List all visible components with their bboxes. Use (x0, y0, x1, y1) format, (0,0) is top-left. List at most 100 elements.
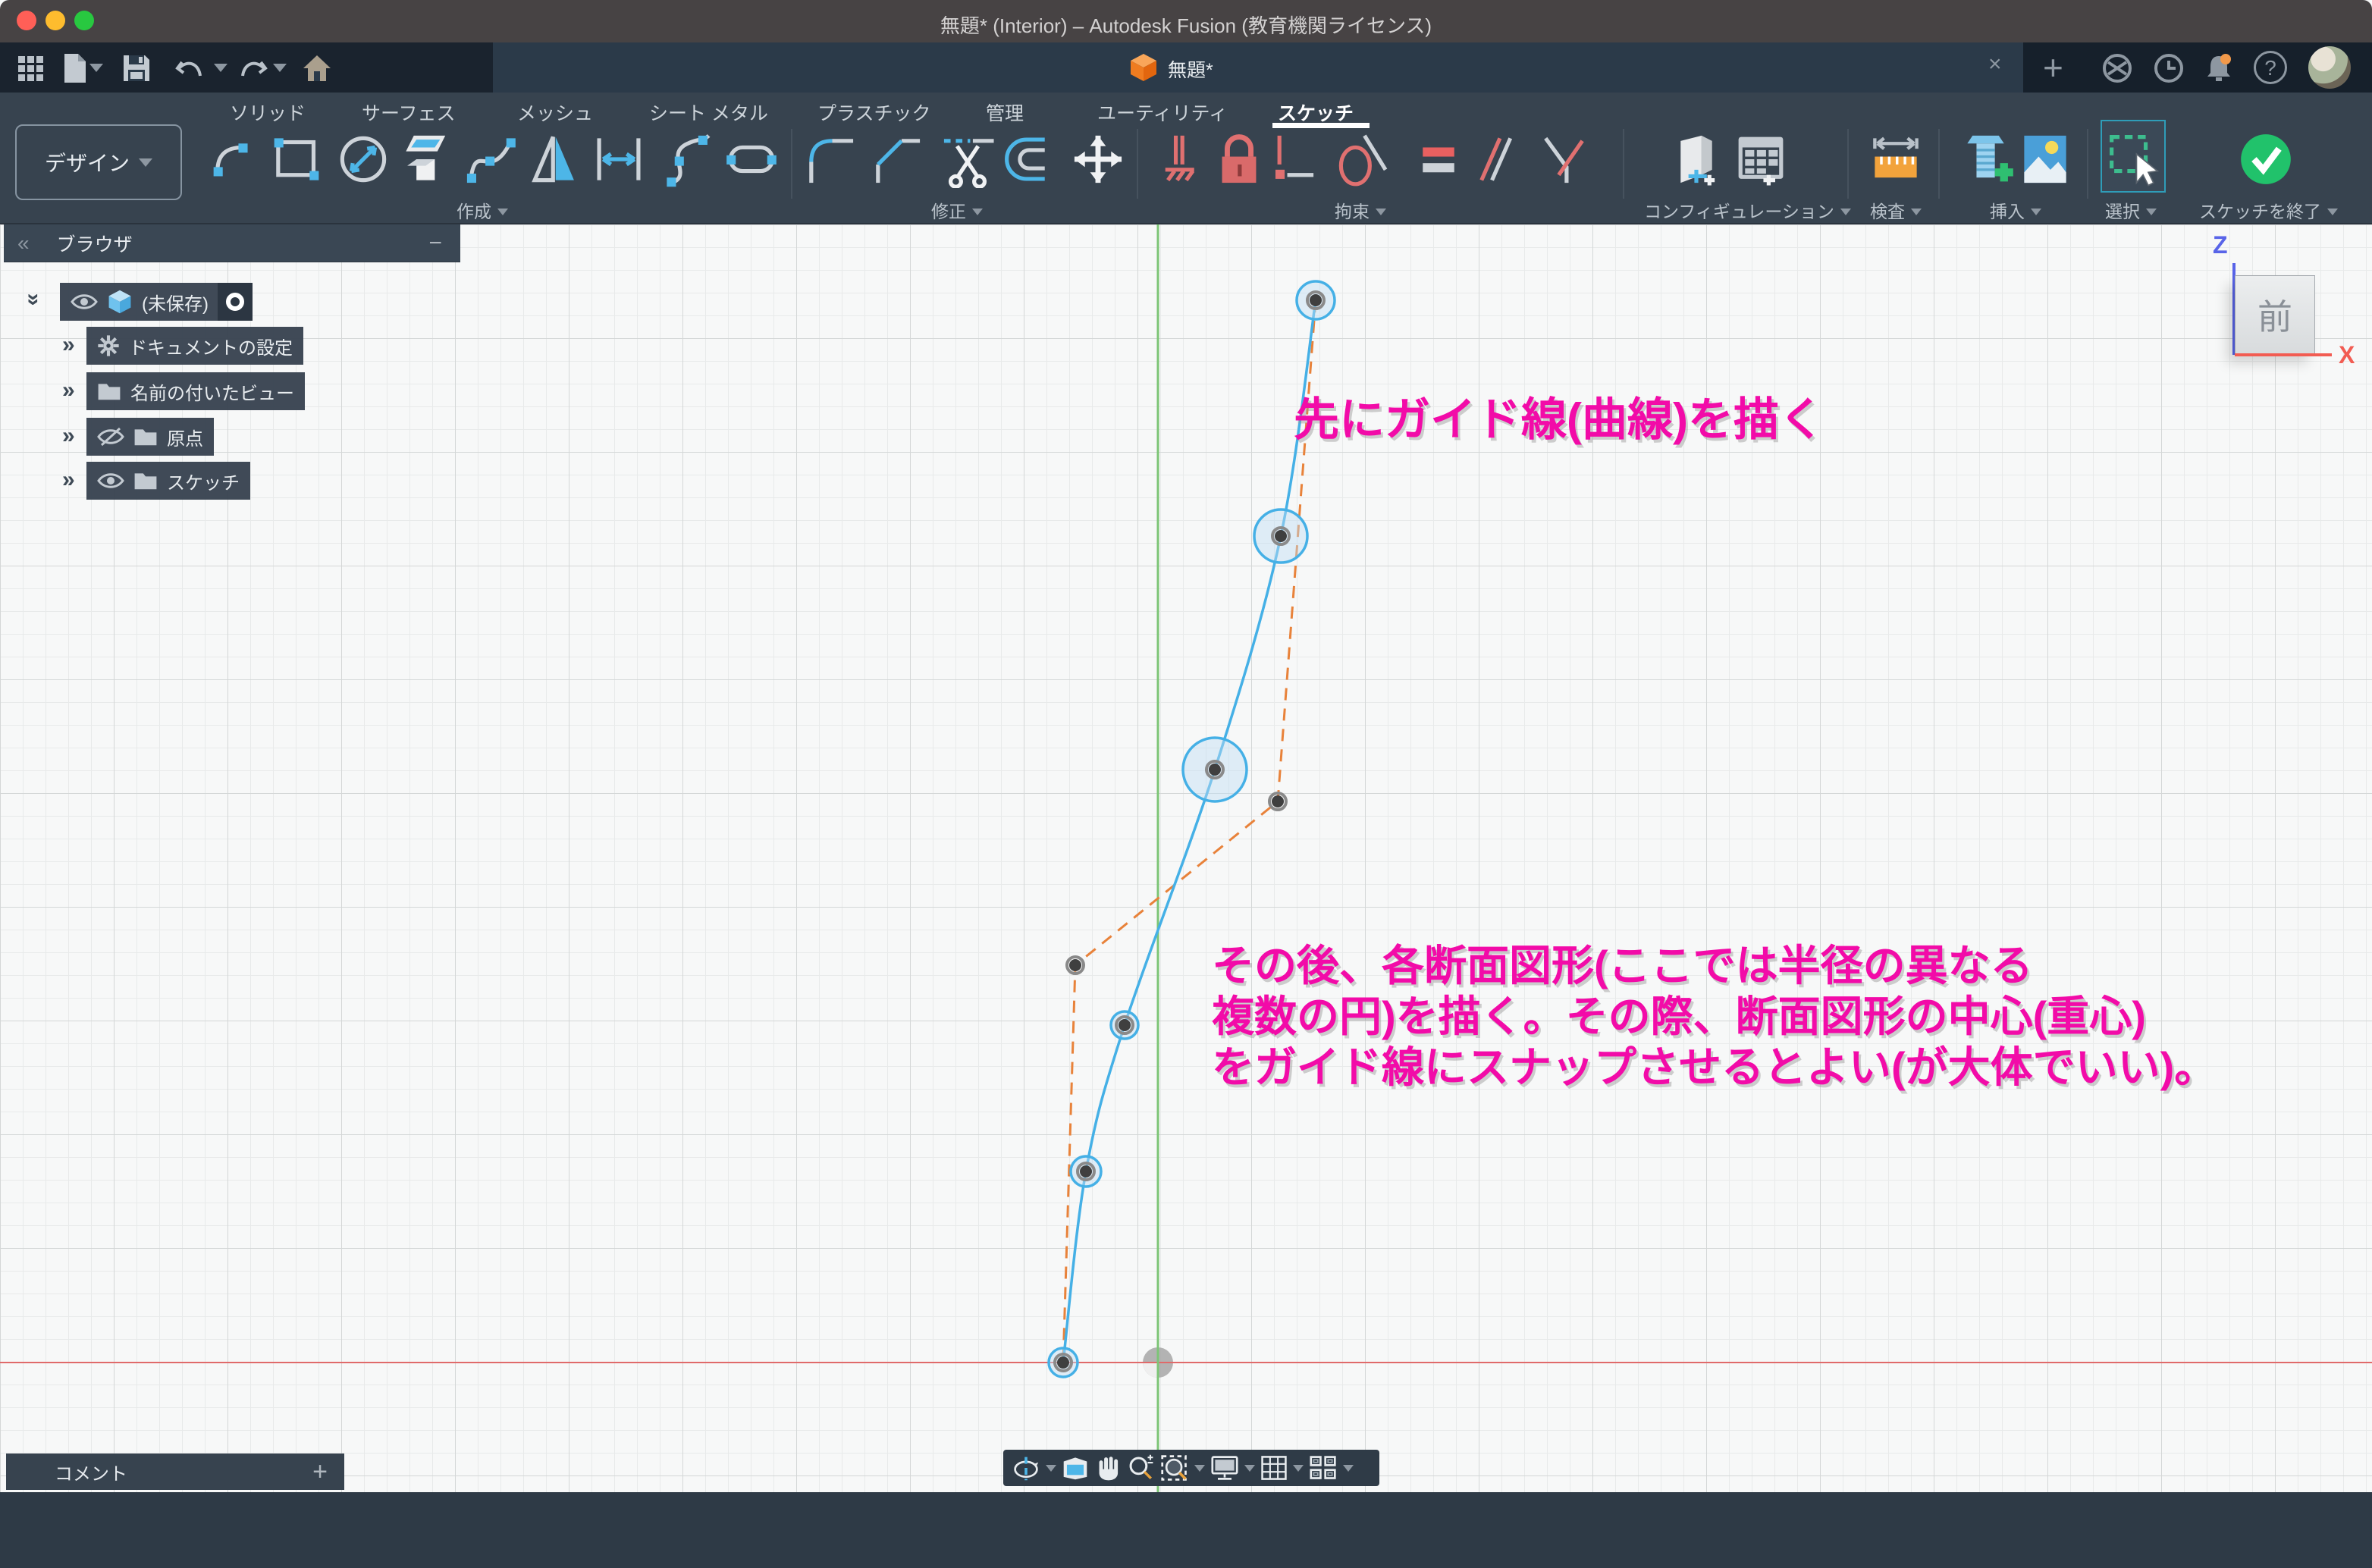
configure-feature-icon[interactable] (1668, 130, 1725, 188)
redo-icon[interactable] (237, 52, 270, 85)
sketch-canvas[interactable]: 先にガイド線(曲線)を描く その後、各断面図形(ここでは半径の異なる 複数の円)… (0, 224, 2372, 1492)
coincident-constraint-icon[interactable] (1533, 130, 1590, 188)
app-launcher-icon[interactable] (14, 52, 47, 85)
viewports-dropdown-caret[interactable] (1343, 1465, 1354, 1472)
fix-constraint-icon[interactable] (1150, 130, 1207, 188)
new-tab-icon[interactable]: + (2043, 47, 2063, 88)
mirror-tool-icon[interactable] (526, 130, 583, 188)
sketch-point[interactable] (1119, 1019, 1131, 1031)
tab-mesh[interactable]: メッシュ (517, 99, 593, 126)
visibility-eye-icon[interactable] (71, 292, 98, 312)
lock-constraint-icon[interactable] (1210, 130, 1268, 188)
configuration-group-label[interactable]: コンフィギュレーション (1644, 197, 1851, 223)
constraints-group-label[interactable]: 拘束 (1335, 197, 1386, 223)
home-icon[interactable] (300, 52, 334, 85)
create-group-label[interactable]: 作成 (457, 197, 508, 223)
viewports-icon[interactable] (1308, 1454, 1338, 1482)
sketch-point[interactable] (1057, 1356, 1069, 1369)
sketch-point[interactable] (1272, 795, 1284, 808)
sketch-point[interactable] (1080, 1165, 1092, 1178)
expand-chevron[interactable]: » (62, 467, 75, 493)
orbit-icon[interactable] (1011, 1454, 1041, 1482)
rectangle-tool-icon[interactable] (268, 130, 325, 188)
sketch-point[interactable] (1275, 530, 1287, 542)
undo-dropdown-caret[interactable] (214, 64, 227, 72)
display-dropdown-caret[interactable] (1244, 1465, 1255, 1472)
viewcube-front-face[interactable]: 前 (2235, 275, 2315, 354)
move-tool-icon[interactable] (1069, 130, 1127, 188)
offset-tool-icon[interactable] (1000, 130, 1058, 188)
fit-spline-tool-icon[interactable] (659, 130, 717, 188)
finish-sketch-label[interactable]: スケッチを終了 (2199, 197, 2338, 223)
workspace-selector[interactable]: デザイン (15, 124, 182, 200)
root-expand-chevron[interactable]: » (20, 293, 46, 306)
browser-collapse-icon[interactable]: « (17, 231, 30, 256)
zoom-window-dropdown-caret[interactable] (1194, 1465, 1205, 1472)
select-tool-icon[interactable] (2105, 130, 2163, 188)
inspect-group-label[interactable]: 検査 (1870, 197, 1922, 223)
sketch-point[interactable] (1069, 959, 1081, 971)
browser-minimize-icon[interactable]: − (428, 230, 442, 256)
visibility-eye-icon[interactable] (97, 471, 124, 491)
tab-manage[interactable]: 管理 (986, 99, 1024, 126)
avatar[interactable] (2308, 46, 2351, 89)
browser-row-document[interactable]: (未保存) (60, 283, 253, 321)
notifications-bell-icon[interactable] (2202, 52, 2236, 85)
tab-surface[interactable]: サーフェス (362, 99, 456, 126)
tab-solid[interactable]: ソリッド (230, 99, 306, 126)
project-tool-icon[interactable] (398, 130, 456, 188)
activate-component-icon[interactable] (218, 283, 253, 321)
tab-plastic[interactable]: プラスチック (817, 99, 931, 126)
visibility-off-eye-icon[interactable] (97, 426, 124, 447)
browser-row-document-settings[interactable]: ドキュメントの設定 (86, 327, 303, 365)
tab-utilities[interactable]: ユーティリティ (1097, 99, 1228, 126)
equal-constraint-icon[interactable] (1410, 130, 1467, 188)
job-status-clock-icon[interactable] (2152, 52, 2185, 85)
pan-hand-icon[interactable] (1094, 1454, 1122, 1482)
finish-sketch-icon[interactable] (2237, 130, 2295, 188)
circle-tool-icon[interactable] (334, 130, 392, 188)
sketch-point[interactable] (1310, 294, 1322, 306)
parallel-constraint-icon[interactable] (1466, 130, 1523, 188)
dimension-tool-icon[interactable] (590, 130, 648, 188)
fillet-tool-icon[interactable] (801, 130, 858, 188)
add-comment-icon[interactable]: + (312, 1457, 328, 1487)
expand-chevron[interactable]: » (62, 423, 75, 449)
expand-chevron[interactable]: » (62, 332, 75, 358)
comments-panel[interactable]: コメント + (6, 1454, 344, 1490)
new-file-icon[interactable] (58, 52, 91, 85)
save-icon[interactable] (120, 52, 153, 85)
undo-icon[interactable] (173, 52, 206, 85)
grid-settings-icon[interactable] (1260, 1454, 1288, 1482)
guide-spline-curve[interactable] (1063, 300, 1316, 1363)
help-icon[interactable]: ? (2254, 51, 2287, 84)
insert-image-icon[interactable] (2016, 130, 2074, 188)
tab-sketch[interactable]: スケッチ (1278, 99, 1354, 126)
look-at-icon[interactable] (1061, 1455, 1090, 1481)
guide-polyline[interactable] (1063, 300, 1316, 1363)
tab-sheetmetal[interactable]: シート メタル (649, 99, 768, 126)
tab-close-icon[interactable]: × (1988, 52, 2002, 77)
spline-tool-icon[interactable] (462, 130, 519, 188)
browser-row-origin[interactable]: 原点 (86, 418, 214, 456)
zoom-icon[interactable] (1126, 1454, 1155, 1482)
display-settings-icon[interactable] (1210, 1454, 1240, 1482)
new-file-dropdown-caret[interactable] (89, 64, 103, 72)
browser-row-sketches[interactable]: スケッチ (86, 462, 250, 500)
zoom-window-icon[interactable] (1159, 1454, 1190, 1482)
origin-marker-quadrant[interactable] (1143, 1363, 1158, 1378)
horizontal-vertical-constraint-icon[interactable] (1261, 130, 1319, 188)
select-group-label[interactable]: 選択 (2105, 197, 2157, 223)
slot-tool-icon[interactable] (723, 130, 780, 188)
redo-dropdown-caret[interactable] (273, 64, 287, 72)
browser-row-named-views[interactable]: 名前の付いたビュー (86, 372, 305, 410)
insert-group-label[interactable]: 挿入 (1990, 197, 2041, 223)
insert-fastener-icon[interactable] (1959, 130, 2017, 188)
extensions-icon[interactable] (2101, 52, 2134, 85)
tangent-constraint-icon[interactable] (1333, 130, 1391, 188)
orbit-dropdown-caret[interactable] (1046, 1465, 1056, 1472)
browser-panel-header[interactable]: « ブラウザ − (4, 224, 460, 262)
arc-tool-icon[interactable] (207, 130, 265, 188)
grid-dropdown-caret[interactable] (1293, 1465, 1304, 1472)
expand-chevron[interactable]: » (62, 378, 75, 403)
